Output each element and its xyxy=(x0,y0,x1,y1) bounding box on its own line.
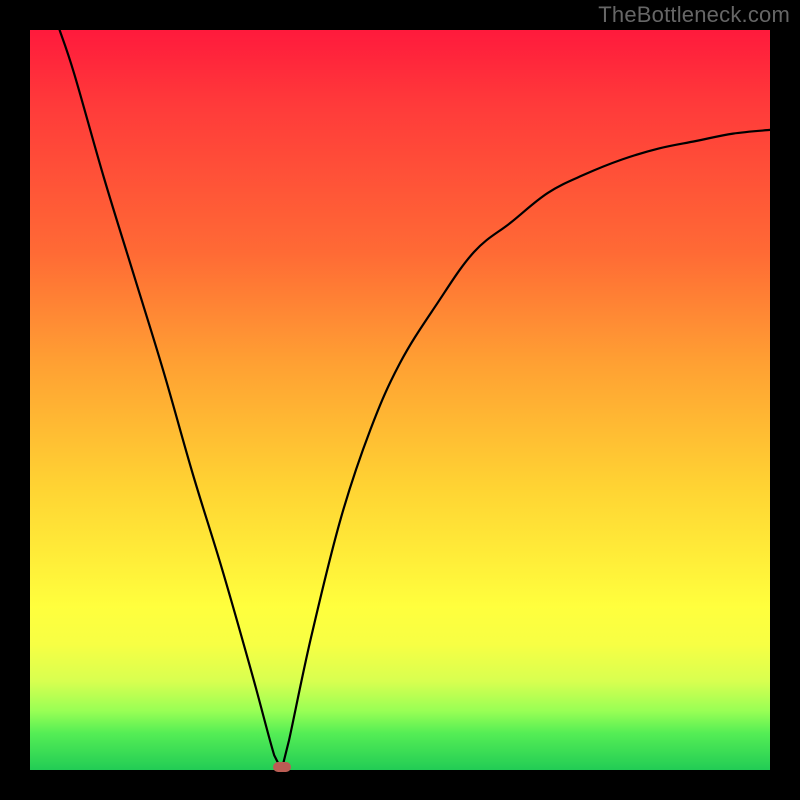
plot-area xyxy=(30,30,770,770)
curve-minimum-marker xyxy=(273,762,291,772)
watermark-text: TheBottleneck.com xyxy=(598,2,790,28)
chart-curve xyxy=(30,30,770,770)
chart-frame: TheBottleneck.com xyxy=(0,0,800,800)
